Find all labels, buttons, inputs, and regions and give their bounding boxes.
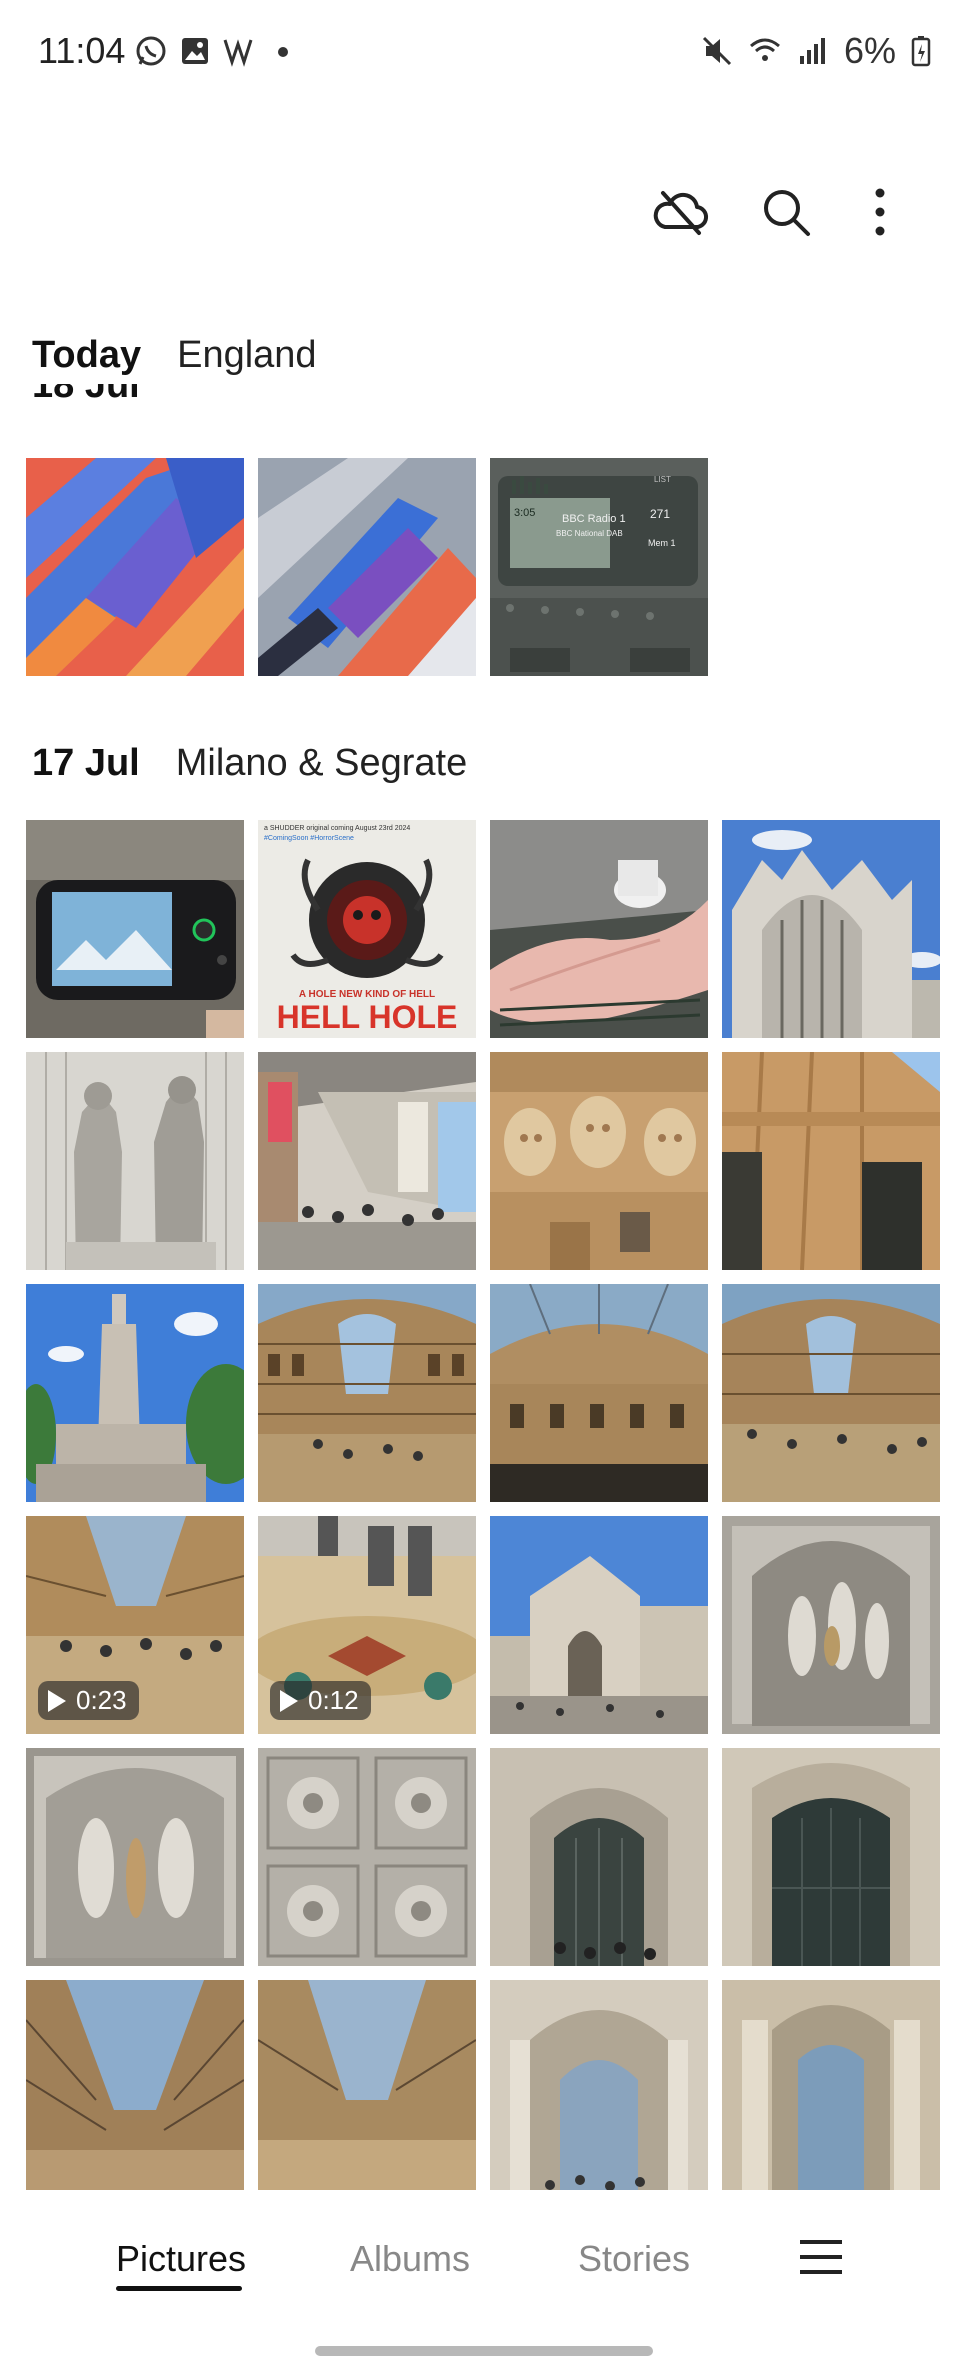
video-thumbnail[interactable]: 0:23: [26, 1516, 244, 1734]
photo-thumbnail[interactable]: [258, 1980, 476, 2198]
photo-thumbnail[interactable]: [26, 1748, 244, 1966]
hamburger-menu-icon: [800, 2240, 842, 2274]
status-bar: 11:04 6%: [0, 0, 968, 110]
svg-text:BBC National DAB: BBC National DAB: [556, 529, 623, 538]
photo-thumbnail[interactable]: [722, 820, 940, 1038]
photo-thumbnail[interactable]: [722, 1052, 940, 1270]
battery-icon: [911, 36, 931, 67]
svg-text:BBC Radio 1: BBC Radio 1: [562, 513, 626, 525]
photo-thumbnail[interactable]: [258, 458, 476, 676]
photo-thumbnail[interactable]: [722, 1748, 940, 1966]
section-location: Milano & Segrate: [175, 742, 468, 784]
section-header-today: Today England: [32, 334, 317, 377]
search-button[interactable]: [754, 180, 818, 244]
video-duration: 0:23: [76, 1685, 127, 1715]
photo-thumbnail[interactable]: [490, 1052, 708, 1270]
scrolled-date-label: 18 Jul: [32, 384, 140, 406]
w-app-icon: [223, 39, 253, 67]
photo-thumbnail[interactable]: [26, 1284, 244, 1502]
video-duration-badge: 0:23: [38, 1681, 139, 1720]
play-icon: [280, 1689, 298, 1712]
photo-thumbnail[interactable]: [490, 1284, 708, 1502]
tab-albums[interactable]: Albums: [350, 2238, 470, 2280]
photo-thumbnail[interactable]: [258, 1052, 476, 1270]
signal-icon: [799, 38, 825, 64]
dot-icon: [278, 47, 288, 57]
photo-grid-today: 3:05 BBC Radio 1 BBC National DAB 271 Me…: [26, 458, 940, 676]
photo-thumbnail[interactable]: [258, 1284, 476, 1502]
tab-pictures[interactable]: Pictures: [116, 2238, 246, 2280]
tab-stories[interactable]: Stories: [578, 2238, 690, 2280]
gallery-toolbar: [0, 180, 968, 250]
svg-text:a SHUDDER original coming Augu: a SHUDDER original coming August 23rd 20…: [264, 825, 410, 832]
photo-thumbnail[interactable]: [722, 1516, 940, 1734]
section-date: Today: [32, 334, 142, 376]
photo-thumbnail[interactable]: [26, 1980, 244, 2198]
photo-thumbnail[interactable]: [26, 458, 244, 676]
more-options-icon: [875, 188, 885, 236]
svg-text:#ComingSoon #HorrorScene: #ComingSoon #HorrorScene: [264, 835, 354, 842]
bottom-navigation: Pictures Albums Stories: [0, 2190, 968, 2330]
wifi-icon: [749, 38, 780, 61]
svg-text:HELL HOLE: HELL HOLE: [277, 999, 458, 1035]
mute-icon: [702, 36, 732, 66]
play-icon: [48, 1689, 66, 1712]
whatsapp-icon: [136, 36, 166, 66]
photo-thumbnail[interactable]: [490, 1516, 708, 1734]
video-thumbnail[interactable]: 0:12: [258, 1516, 476, 1734]
photo-thumbnail[interactable]: a SHUDDER original coming August 23rd 20…: [258, 820, 476, 1038]
gallery-notification-icon: [182, 38, 208, 64]
photo-thumbnail[interactable]: [490, 820, 708, 1038]
svg-text:LIST: LIST: [654, 475, 671, 484]
photo-thumbnail[interactable]: [26, 1052, 244, 1270]
menu-button[interactable]: [798, 2234, 844, 2280]
photo-thumbnail[interactable]: [258, 1748, 476, 1966]
cloud-off-icon: [653, 191, 708, 235]
search-icon: [764, 190, 810, 236]
photo-thumbnail[interactable]: [722, 1284, 940, 1502]
cloud-sync-button[interactable]: [648, 180, 712, 244]
svg-text:3:05: 3:05: [514, 507, 535, 519]
svg-text:Mem 1: Mem 1: [648, 538, 676, 548]
more-options-button[interactable]: [848, 180, 912, 244]
status-time: 11:04: [38, 30, 126, 71]
section-date: 17 Jul: [32, 742, 140, 784]
battery-percentage: 6%: [843, 30, 896, 71]
section-header-17-jul: 17 Jul Milano & Segrate: [32, 742, 467, 785]
photo-grid-17-jul: a SHUDDER original coming August 23rd 20…: [26, 820, 940, 2198]
active-tab-indicator: [116, 2286, 242, 2291]
photo-thumbnail[interactable]: [26, 820, 244, 1038]
photo-thumbnail[interactable]: 3:05 BBC Radio 1 BBC National DAB 271 Me…: [490, 458, 708, 676]
photo-thumbnail[interactable]: [490, 1748, 708, 1966]
photo-thumbnail[interactable]: [490, 1980, 708, 2198]
section-location: England: [177, 334, 317, 376]
gesture-navigation-bar[interactable]: [315, 2346, 653, 2356]
video-duration-badge: 0:12: [270, 1681, 371, 1720]
video-duration: 0:12: [308, 1685, 359, 1715]
svg-text:271: 271: [650, 507, 670, 521]
photo-thumbnail[interactable]: [722, 1980, 940, 2198]
